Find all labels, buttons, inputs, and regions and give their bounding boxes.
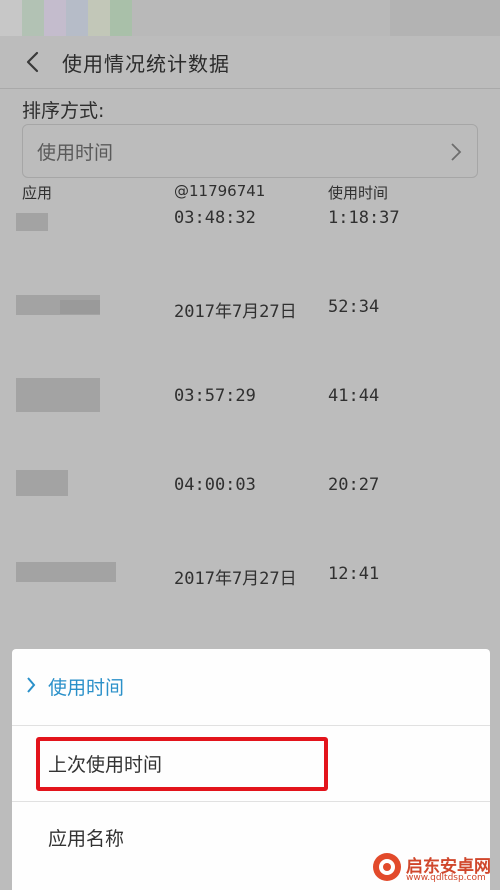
table-row-usage: 20:27 xyxy=(328,475,380,495)
sort-option-label: 应用名称 xyxy=(48,828,125,850)
back-arrow-icon[interactable] xyxy=(20,48,48,76)
sort-option-label: 使用时间 xyxy=(48,677,125,699)
table-row-last-used: 2017年7月27日 xyxy=(174,569,297,589)
status-bar-blur xyxy=(88,0,110,36)
title-bar: 使用情况统计数据 xyxy=(0,36,500,89)
table-row-usage: 12:41 xyxy=(328,564,380,584)
app-name-blurred xyxy=(16,562,116,582)
table-row-usage: 52:34 xyxy=(328,297,380,317)
app-icon-blurred xyxy=(16,213,48,231)
status-bar-blur xyxy=(66,0,88,36)
column-header-usage-time: 使用时间 xyxy=(328,184,389,202)
table-row-usage: 1:18:37 xyxy=(328,208,400,228)
status-bar-blur xyxy=(22,0,44,36)
table-row-last-used: 03:57:29 xyxy=(174,386,256,406)
status-bar-blur xyxy=(110,0,132,36)
sort-selector[interactable]: 使用时间 xyxy=(22,124,478,178)
highlight-box xyxy=(36,737,328,791)
table-row-last-used: 04:00:03 xyxy=(174,475,256,495)
watermark-url: www.qdltdsp.com xyxy=(406,873,486,883)
app-name-blurred xyxy=(16,470,68,496)
sort-label: 排序方式: xyxy=(22,100,105,122)
status-bar-blur xyxy=(44,0,66,36)
watermark-logo-icon xyxy=(373,853,401,881)
table-row-last-used: 2017年7月27日 xyxy=(174,302,297,322)
app-name-blurred xyxy=(16,378,100,412)
app-name-blurred xyxy=(60,300,100,314)
status-bar xyxy=(0,0,500,36)
page-title: 使用情况统计数据 xyxy=(62,52,230,76)
sort-selected-value: 使用时间 xyxy=(37,142,114,164)
status-bar-blur xyxy=(390,0,500,36)
table-row-last-used: 03:48:32 xyxy=(174,208,256,228)
chevron-right-icon xyxy=(451,143,462,161)
status-bar-blur xyxy=(0,0,22,36)
sort-option-usage-time[interactable]: 使用时间 xyxy=(12,649,490,726)
chevron-right-icon xyxy=(27,677,36,693)
column-header-last-used: @11796741 xyxy=(174,182,266,200)
table-row-usage: 41:44 xyxy=(328,386,380,406)
column-header-app: 应用 xyxy=(22,184,53,202)
